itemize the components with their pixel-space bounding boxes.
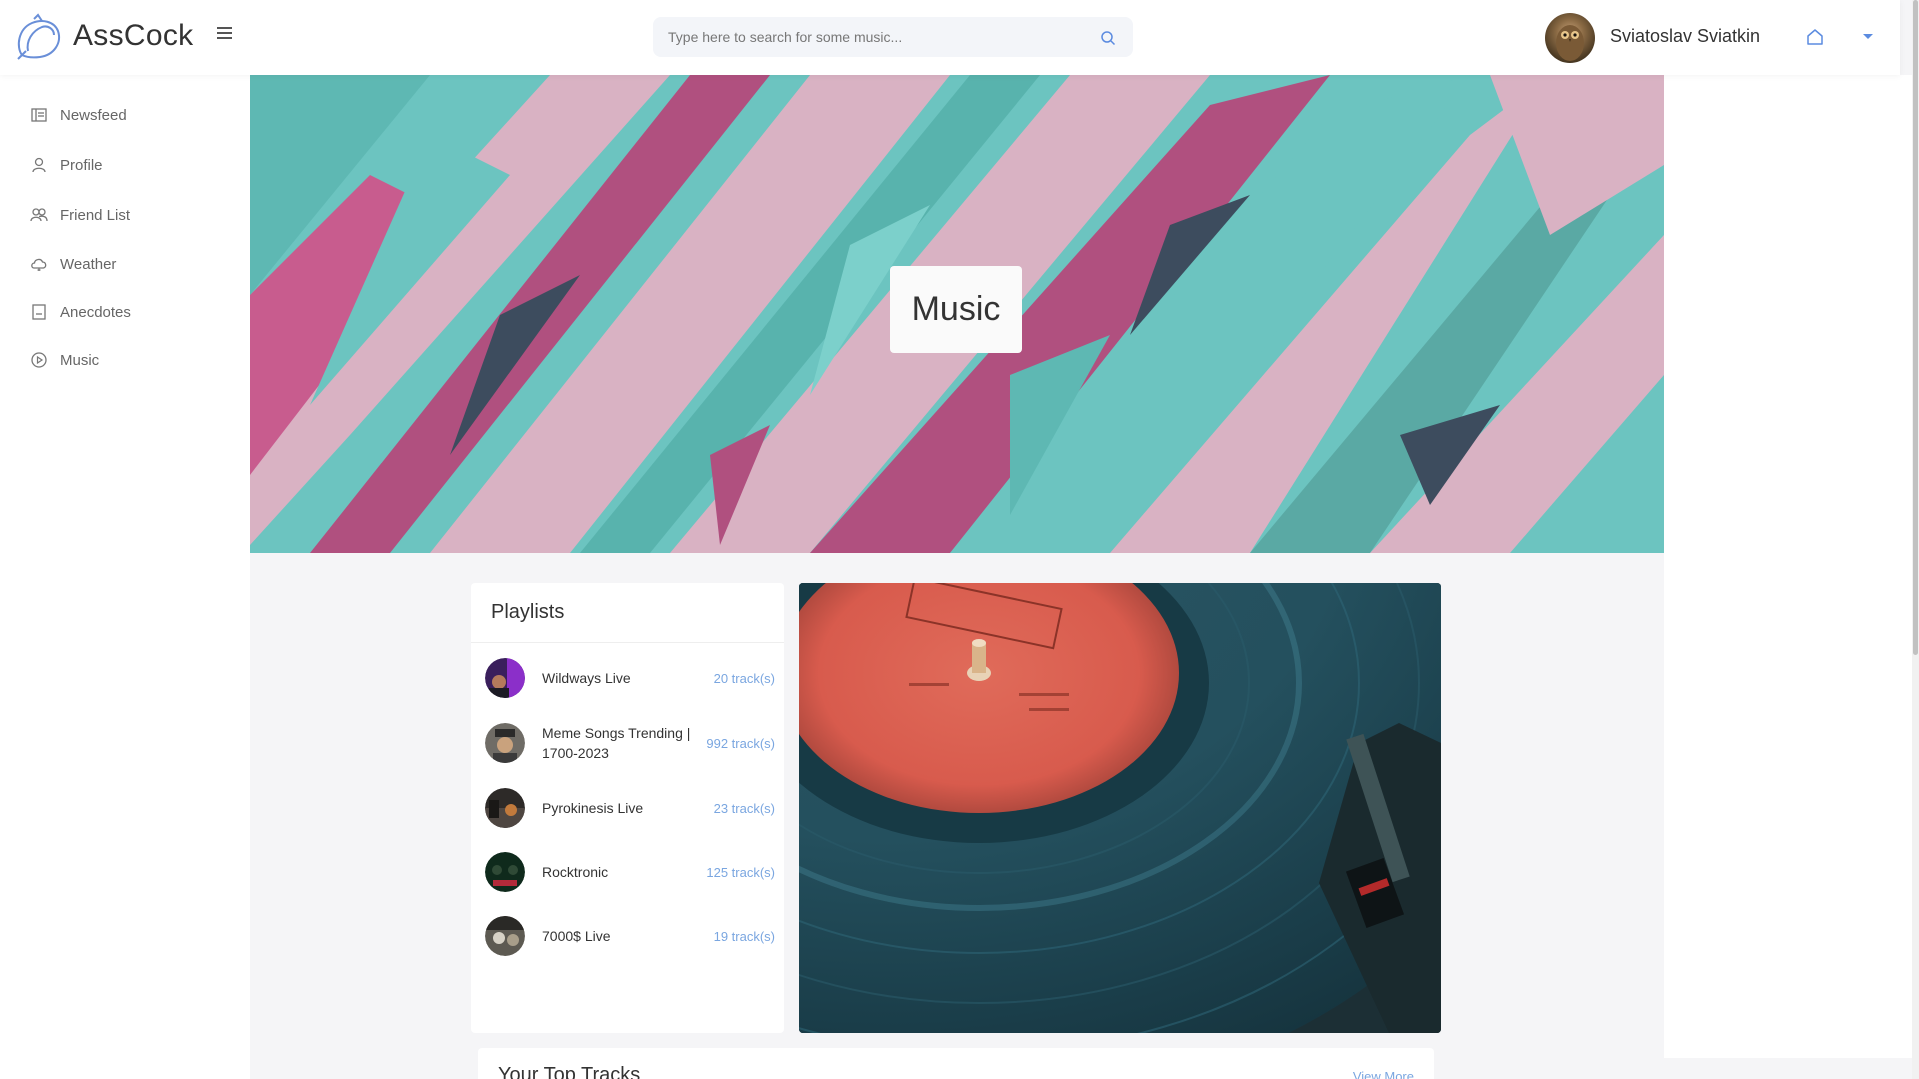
logo-icon[interactable] [14, 13, 64, 61]
sidebar-item-profile[interactable]: Profile [30, 153, 103, 177]
playlist-name: Wildways Live [542, 670, 631, 686]
chevron-down-icon[interactable] [1862, 32, 1874, 42]
playlist-track-count: 23 track(s) [713, 800, 775, 816]
book-icon [32, 304, 46, 320]
playlist-item[interactable]: Meme Songs Trending | 1700-2023 992 trac… [485, 721, 775, 765]
playlist-track-count: 19 track(s) [713, 928, 775, 944]
search-bar [653, 17, 1133, 57]
search-icon[interactable] [1100, 30, 1116, 46]
menu-toggle-button[interactable] [213, 24, 237, 48]
playlists-title: Playlists [491, 601, 565, 623]
hero-title-box: Music [890, 266, 1022, 353]
playlist-cover [485, 788, 525, 828]
playlist-cover [485, 852, 525, 892]
sidebar-item-label: Profile [60, 156, 103, 174]
sidebar-item-anecdotes[interactable]: Anecdotes [30, 300, 131, 324]
playlist-track-count: 992 track(s) [706, 735, 775, 751]
playlist-item[interactable]: Rocktronic 125 track(s) [485, 850, 775, 894]
user-name[interactable]: Sviatoslav Sviatkin [1610, 26, 1760, 47]
playlist-item[interactable]: Pyrokinesis Live 23 track(s) [485, 786, 775, 830]
sidebar-item-label: Music [60, 351, 100, 369]
divider [471, 642, 784, 643]
right-panel [1664, 75, 1912, 1058]
playlist-name: Rocktronic [542, 864, 609, 880]
play-circle-icon [31, 352, 47, 368]
playlist-cover [485, 916, 525, 956]
sidebar-item-friend-list[interactable]: Friend List [30, 203, 130, 227]
playlist-track-count: 20 track(s) [713, 670, 775, 686]
users-icon [30, 208, 48, 222]
playlist-track-count: 125 track(s) [706, 864, 775, 880]
playlist-item[interactable]: 7000$ Live 19 track(s) [485, 914, 775, 958]
sidebar: Newsfeed Profile Friend List Weather Ane… [0, 75, 250, 1079]
playlist-name: Pyrokinesis Live [542, 800, 644, 816]
top-tracks-card: Your Top Tracks View More [478, 1048, 1434, 1079]
vinyl-record-image [799, 583, 1441, 1033]
sidebar-item-newsfeed[interactable]: Newsfeed [30, 103, 127, 127]
playlist-item[interactable]: Wildways Live 20 track(s) [485, 656, 775, 700]
scrollbar-thumb[interactable] [1913, 0, 1918, 655]
playlist-cover [485, 658, 525, 698]
view-more-link[interactable]: View More [1353, 1069, 1414, 1079]
user-avatar[interactable] [1545, 13, 1595, 63]
playlist-name: 7000$ Live [542, 928, 611, 944]
sidebar-item-label: Friend List [60, 206, 131, 224]
sidebar-item-label: Weather [60, 255, 117, 273]
playlists-card: Playlists Wildways Live 20 track(s) Meme [471, 583, 784, 1033]
user-icon [32, 157, 46, 173]
playlist-name: Meme Songs Trending | 1700-2023 [542, 725, 691, 761]
sidebar-item-music[interactable]: Music [30, 348, 99, 372]
cloud-icon [31, 258, 47, 271]
sidebar-item-weather[interactable]: Weather [30, 252, 116, 276]
playlist-cover [485, 723, 525, 763]
page-title: Music [911, 290, 1001, 328]
home-icon[interactable] [1806, 28, 1824, 46]
top-header: AssCock Sviatoslav Sviatkin [0, 0, 1900, 75]
top-tracks-title: Your Top Tracks [498, 1064, 641, 1079]
newsfeed-icon [31, 108, 47, 122]
hero-banner: Music [250, 75, 1664, 553]
search-input[interactable] [653, 17, 1083, 57]
app-name: AssCock [73, 19, 194, 52]
sidebar-item-label: Anecdotes [60, 303, 131, 321]
sidebar-item-label: Newsfeed [60, 106, 127, 124]
